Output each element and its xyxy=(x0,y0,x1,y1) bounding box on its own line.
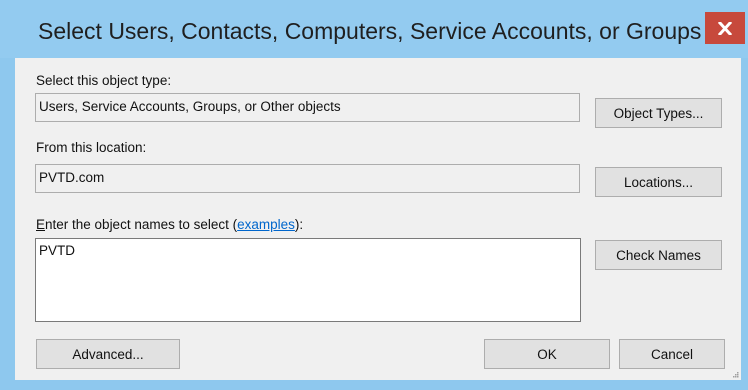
object-type-label: Select this object type: xyxy=(36,73,172,88)
resize-grip-icon[interactable] xyxy=(733,372,739,378)
dialog-body: Select this object type: Users, Service … xyxy=(15,58,741,380)
object-names-accelerator: E xyxy=(36,217,46,232)
object-types-button[interactable]: Object Types... xyxy=(595,98,722,128)
locations-button[interactable]: Locations... xyxy=(595,167,722,197)
object-names-label-text: nter the object names to select ( xyxy=(45,217,238,232)
close-button[interactable] xyxy=(705,12,745,44)
object-names-label-end: ): xyxy=(294,217,304,232)
object-names-label: Enter the object names to select (exampl… xyxy=(36,217,303,232)
advanced-button[interactable]: Advanced... xyxy=(36,339,180,369)
object-type-field: Users, Service Accounts, Groups, or Othe… xyxy=(35,93,580,122)
close-icon xyxy=(718,21,732,35)
check-names-button[interactable]: Check Names xyxy=(595,240,722,270)
cancel-button[interactable]: Cancel xyxy=(619,339,725,369)
window-title: Select Users, Contacts, Computers, Servi… xyxy=(38,18,702,44)
location-label: From this location: xyxy=(36,140,147,155)
examples-link[interactable]: examples xyxy=(237,217,295,232)
location-field: PVTD.com xyxy=(35,164,580,193)
ok-button[interactable]: OK xyxy=(484,339,610,369)
object-names-input[interactable]: PVTD xyxy=(35,238,581,322)
title-bar: Select Users, Contacts, Computers, Servi… xyxy=(0,0,748,58)
